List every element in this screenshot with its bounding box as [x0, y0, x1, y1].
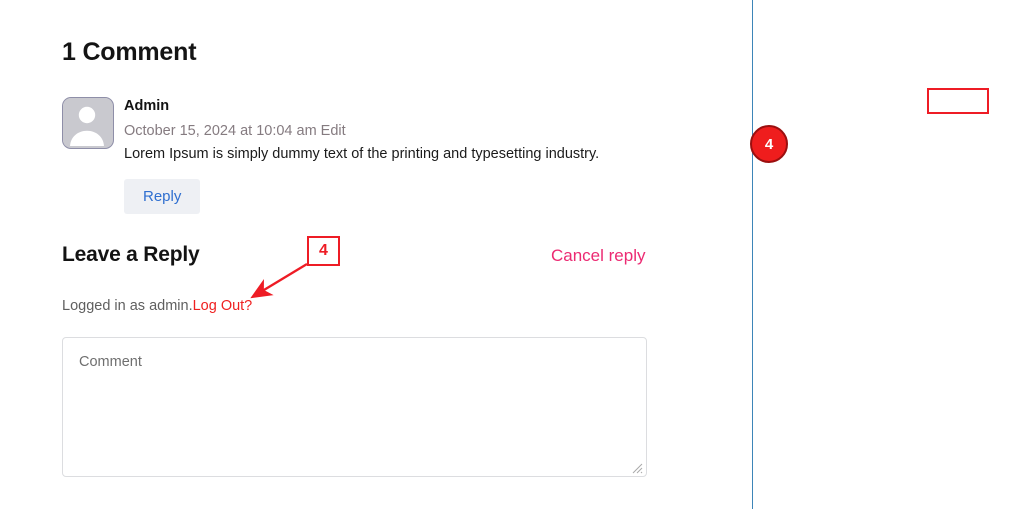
- log-out-link[interactable]: Log Out?: [193, 298, 253, 314]
- cancel-reply-link[interactable]: Cancel reply: [551, 246, 646, 266]
- reply-button[interactable]: Reply: [124, 179, 201, 214]
- page-title: 1 Comment: [62, 38, 197, 66]
- comment-body: Admin October 15, 2024 at 10:04 am Edit …: [124, 97, 684, 214]
- comment-input[interactable]: [62, 337, 647, 477]
- comment-author: Admin: [124, 98, 170, 114]
- avatar: [62, 97, 114, 149]
- settings-panel: Comment Form FORM INFO Normal Hover Colo…: [753, 0, 1024, 509]
- comment-meta: October 15, 2024 at 10:04 am Edit: [124, 123, 346, 139]
- leave-a-reply-heading: Leave a Reply: [62, 243, 200, 266]
- logged-in-status: Logged in as admin.Log Out?: [62, 298, 252, 314]
- avatar-person-icon: [63, 98, 111, 146]
- logged-in-text: Logged in as admin.: [62, 298, 193, 314]
- comment-text: Lorem Ipsum is simply dummy text of the …: [124, 146, 600, 162]
- screenshot-root: 1 Comment Admin October 15, 2024 at 10:0…: [0, 0, 1024, 509]
- post-preview-area: 1 Comment Admin October 15, 2024 at 10:0…: [0, 0, 752, 509]
